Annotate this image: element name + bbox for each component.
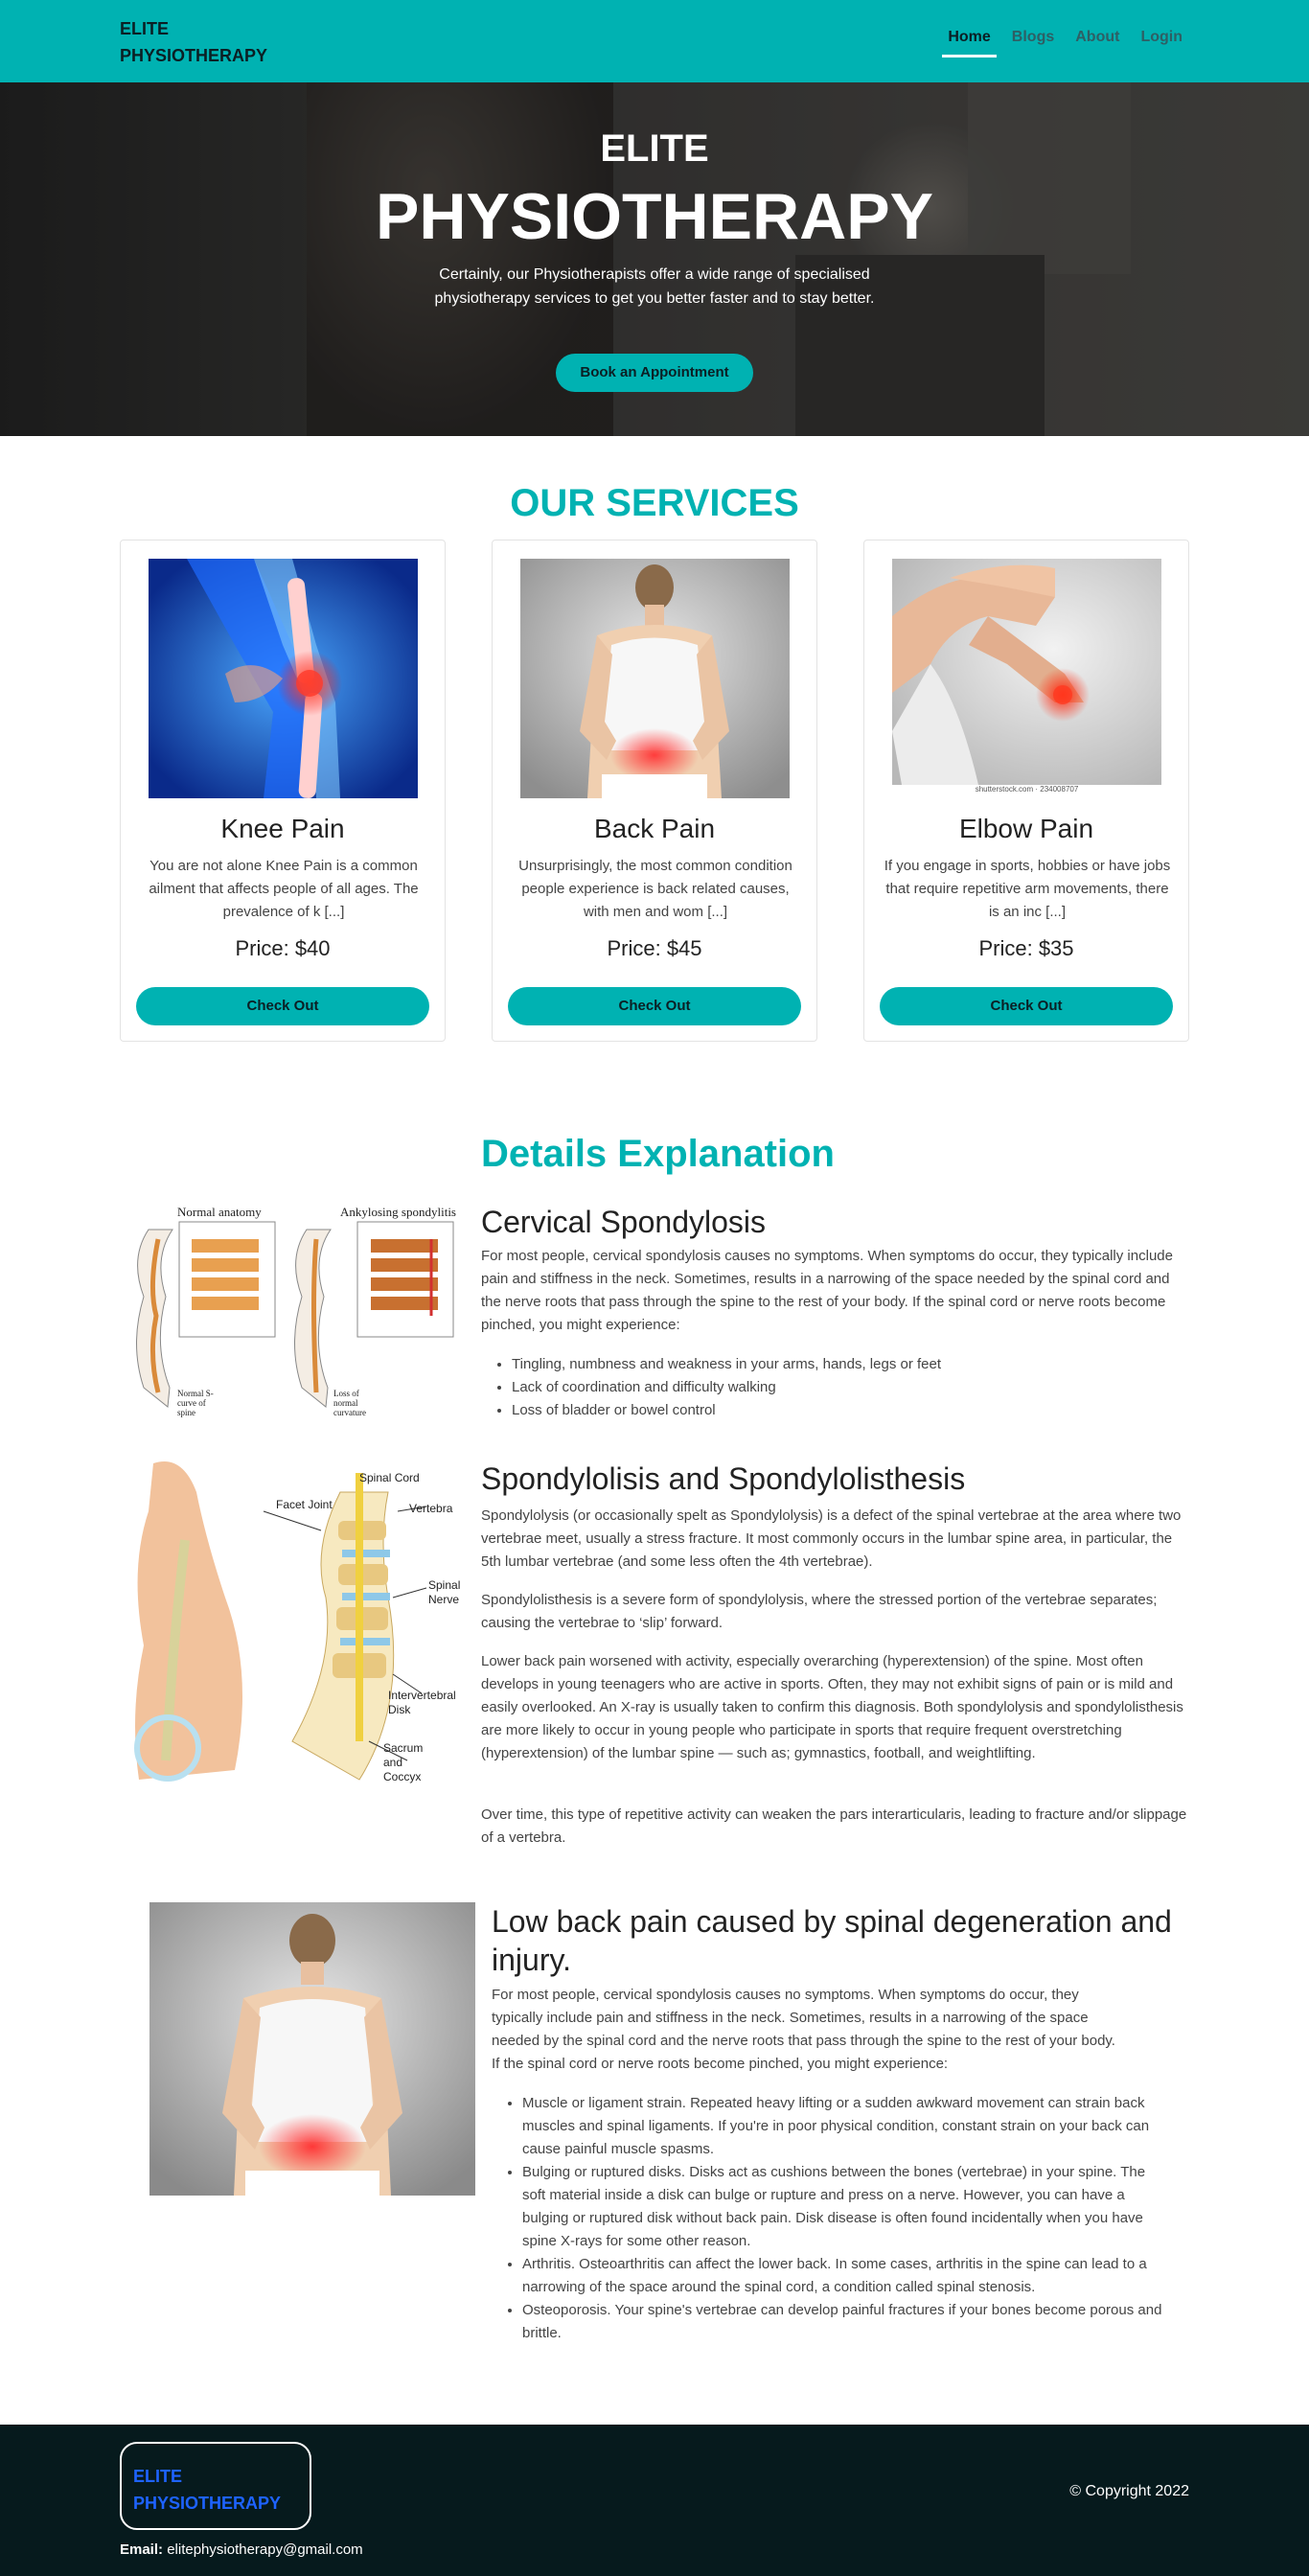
email-link[interactable]: elitephysiotherapy@gmail.com xyxy=(167,2542,363,2558)
lowback-text: For most people, cervical spondylosis ca… xyxy=(492,1987,1115,2072)
lowback-cause-list: Muscle or ligament strain. Repeated heav… xyxy=(492,2092,1162,2345)
spondylolisis-heading: Spondylolisis and Spondylolisthesis xyxy=(481,1461,966,1496)
footer-brand-line2: PHYSIOTHERAPY xyxy=(133,2494,282,2513)
service-name: Back Pain xyxy=(593,814,716,843)
back-pain-image xyxy=(520,559,790,798)
elbow-pain-image: shutterstock.com · 234008707 xyxy=(892,559,1161,798)
nav-link-about[interactable]: About xyxy=(1075,29,1119,58)
details-title: Details Explanation xyxy=(481,1133,835,1175)
brand-line2: PHYSIOTHERAPY xyxy=(120,46,268,65)
check-out-button[interactable]: Check Out xyxy=(880,987,1173,1025)
book-appointment-button[interactable]: Book an Appointment xyxy=(556,354,753,392)
list-item: Arthritis. Osteoarthritis can affect the… xyxy=(522,2253,1162,2299)
service-card-elbow: shutterstock.com · 234008707 Elbow Pain … xyxy=(863,540,1189,1042)
footer-email: Email: elitephysiotherapy@gmail.com xyxy=(120,2542,363,2558)
list-item: Muscle or ligament strain. Repeated heav… xyxy=(522,2092,1162,2161)
service-name: Knee Pain xyxy=(220,814,345,843)
email-label: Email: xyxy=(120,2542,164,2558)
service-card-back: Back Pain Unsurprisingly, the most commo… xyxy=(492,540,817,1042)
hero-banner: ELITE PHYSIOTHERAPY Certainly, our Physi… xyxy=(0,82,1309,436)
footer-brand-logo[interactable]: ELITE PHYSIOTHERAPY xyxy=(120,2442,311,2530)
nav-link-home[interactable]: Home xyxy=(942,29,998,58)
spondylolisis-paragraph: Spondylolisthesis is a severe form of sp… xyxy=(481,1592,1158,1631)
spondylolisis-paragraph: Over time, this type of repetitive activ… xyxy=(481,1806,1187,1846)
service-description: You are not alone Knee Pain is a common … xyxy=(149,858,419,920)
service-description: If you engage in sports, hobbies or have… xyxy=(884,858,1171,920)
spine-anatomy-image: Normal anatomy Ankylosing spondylitis No… xyxy=(120,1201,469,1419)
list-item: Loss of bladder or bowel control xyxy=(512,1399,1190,1422)
spondylolisis-paragraph: Spondylolysis (or occasionally spelt as … xyxy=(481,1507,1182,1570)
service-name: Elbow Pain xyxy=(958,814,1094,843)
image-label: Normal anatomy xyxy=(177,1205,262,1219)
image-label: Spinal Cord xyxy=(359,1471,420,1484)
cervical-text: For most people, cervical spondylosis ca… xyxy=(481,1248,1173,1333)
service-description: Unsurprisingly, the most common conditio… xyxy=(518,858,792,920)
hero-title-line2: PHYSIOTHERAPY xyxy=(376,180,933,253)
services-title: OUR SERVICES xyxy=(510,482,799,524)
image-label: Vertebra xyxy=(409,1502,453,1515)
nav-link-login[interactable]: Login xyxy=(1140,29,1183,58)
cervical-heading: Cervical Spondylosis xyxy=(481,1205,767,1239)
image-label: Loss of normal curvature xyxy=(333,1389,366,1417)
list-item: Lack of coordination and difficulty walk… xyxy=(512,1376,1190,1399)
check-out-button[interactable]: Check Out xyxy=(508,987,801,1025)
service-card-knee: Knee Pain You are not alone Knee Pain is… xyxy=(120,540,446,1042)
image-label: Sacrum and Coccyx xyxy=(383,1741,424,1783)
list-item: Tingling, numbness and weakness in your … xyxy=(512,1353,1190,1376)
spine-vertebra-image: Spinal Cord Facet Joint Vertebra Spinal … xyxy=(120,1454,469,1799)
spondylolisis-paragraph: Lower back pain worsened with activity, … xyxy=(481,1653,1183,1761)
low-back-pain-image xyxy=(149,1902,475,2196)
check-out-button[interactable]: Check Out xyxy=(136,987,429,1025)
list-item: Osteoporosis. Your spine's vertebrae can… xyxy=(522,2299,1162,2345)
image-label: Facet Joint xyxy=(276,1498,333,1511)
footer-brand-line1: ELITE xyxy=(133,2467,183,2486)
image-label: Normal S-curve of spine xyxy=(177,1389,214,1417)
image-label: Spinal Nerve xyxy=(428,1578,461,1606)
service-price: Price: $40 xyxy=(235,936,331,960)
list-item: Bulging or ruptured disks. Disks act as … xyxy=(522,2161,1162,2253)
image-label: Intervertebral Disk xyxy=(388,1689,456,1716)
nav-link-blogs[interactable]: Blogs xyxy=(1012,29,1054,58)
image-caption: shutterstock.com · 234008707 xyxy=(975,785,1079,794)
hero-title-line1: ELITE xyxy=(600,127,709,170)
navbar: ELITE PHYSIOTHERAPY Home Blogs About Log… xyxy=(0,0,1309,82)
footer: ELITE PHYSIOTHERAPY © Copyright 2022 Ema… xyxy=(0,2425,1309,2576)
lowback-heading: Low back pain caused by spinal degenerat… xyxy=(492,1904,1172,1977)
copyright-text: © Copyright 2022 xyxy=(1069,2483,1189,2499)
brand-logo[interactable]: ELITE PHYSIOTHERAPY xyxy=(120,15,267,69)
nav-links: Home Blogs About Login xyxy=(942,29,1183,58)
image-label: Ankylosing spondylitis xyxy=(340,1205,456,1219)
hero-description: Certainly, our Physiotherapists offer a … xyxy=(434,266,875,307)
service-price: Price: $35 xyxy=(978,936,1074,960)
knee-xray-image xyxy=(149,559,418,798)
cervical-symptom-list: Tingling, numbness and weakness in your … xyxy=(481,1353,1190,1422)
service-price: Price: $45 xyxy=(607,936,702,960)
brand-line1: ELITE xyxy=(120,19,170,38)
